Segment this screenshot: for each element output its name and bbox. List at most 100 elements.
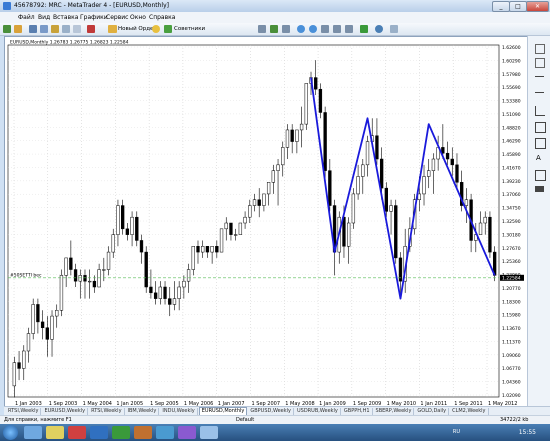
indicators-icon[interactable] <box>360 25 368 33</box>
y-tick-label: 1.60290 <box>502 58 521 64</box>
y-tick-label: 1.37060 <box>502 192 521 198</box>
auto-scroll-icon[interactable] <box>333 25 341 33</box>
y-tick-label: 1.55690 <box>502 85 521 91</box>
vertical-line-icon[interactable] <box>535 76 544 77</box>
chart-tab[interactable]: RTSI,Weekly <box>89 408 125 415</box>
chart-shift-icon[interactable] <box>345 25 353 33</box>
menu-file[interactable]: Файл <box>18 14 35 21</box>
bid-line-label: #50SETTI bec <box>10 272 42 278</box>
horizontal-line-icon[interactable] <box>535 92 544 93</box>
candle-body <box>238 222 243 235</box>
y-tick-label: 1.48820 <box>502 125 521 131</box>
chart-tab[interactable]: USDRUB,Weekly <box>295 408 341 415</box>
periods-icon[interactable] <box>375 25 383 33</box>
y-tick-label: 1.45890 <box>502 152 521 158</box>
language-indicator[interactable]: RU <box>453 429 460 435</box>
y-tick-label: 1.62600 <box>502 45 521 51</box>
taskbar-excel-icon[interactable] <box>112 426 130 439</box>
minimize-button[interactable]: _ <box>492 1 510 12</box>
menu-help[interactable]: Справка <box>149 14 175 21</box>
arrows-icon[interactable] <box>535 186 544 192</box>
taskbar-media-icon[interactable] <box>178 426 196 439</box>
y-tick-label: 1.04360 <box>502 380 521 386</box>
candle-body <box>271 170 275 183</box>
advisors-button[interactable]: Советники <box>174 26 205 32</box>
candle-body <box>45 327 49 340</box>
candle-body <box>177 286 181 299</box>
data-window-icon[interactable] <box>40 25 48 33</box>
taskbar-metatrader-icon[interactable] <box>200 426 218 439</box>
menu-tools[interactable]: Сервис <box>106 14 128 21</box>
candle-body <box>219 228 224 253</box>
expert-icon[interactable] <box>152 25 160 33</box>
advisors-icon[interactable] <box>164 25 172 33</box>
y-tick-label: 1.15980 <box>502 313 521 319</box>
tile-windows-icon[interactable] <box>321 25 329 33</box>
candle-body <box>478 222 483 235</box>
y-tick-label: 1.41670 <box>502 165 521 171</box>
candle-body <box>224 222 228 230</box>
zoom-in-icon[interactable] <box>297 25 305 33</box>
taskbar-explorer-icon[interactable] <box>24 426 42 439</box>
new-chart-icon[interactable] <box>3 25 11 33</box>
chart-tab[interactable]: GOLD,Daily <box>415 408 450 415</box>
bar-chart-icon[interactable] <box>258 25 266 33</box>
chart-tab[interactable]: CLM2,Weekly <box>450 408 489 415</box>
crosshair-icon[interactable] <box>535 58 545 68</box>
candle-body <box>172 298 177 305</box>
taskbar-folder-icon[interactable] <box>46 426 64 439</box>
fibonacci-icon[interactable] <box>535 138 546 149</box>
candle-body <box>488 216 492 253</box>
taskbar-word-icon[interactable] <box>90 426 108 439</box>
line-chart-icon[interactable] <box>282 25 290 33</box>
chart-window[interactable]: 1 Jan 2003 1 Sep 2003 1 May 2004 1 Jan 2005… <box>4 36 528 408</box>
chart-tab[interactable]: IBM,Weekly <box>126 408 160 415</box>
channel-icon[interactable] <box>535 122 546 133</box>
candle-body <box>318 88 323 113</box>
menu-insert[interactable]: Вставка <box>53 14 78 21</box>
candle-body <box>182 280 186 288</box>
candle-body <box>50 315 54 340</box>
candle-body <box>314 77 318 90</box>
chart-tab[interactable]: RTSI,Weekly <box>6 408 42 415</box>
candlestick-icon[interactable] <box>270 25 278 33</box>
menu-view[interactable]: Вид <box>38 14 50 21</box>
cursor-icon[interactable] <box>535 44 545 54</box>
candle-body <box>12 362 17 387</box>
candle-body <box>464 199 469 206</box>
taskbar-mail-icon[interactable] <box>134 426 152 439</box>
price-chart[interactable]: 1 Jan 2003 1 Sep 2003 1 May 2004 1 Jan 2005… <box>5 37 527 407</box>
terminal-icon[interactable] <box>62 25 70 33</box>
metaeditor-icon[interactable] <box>87 25 95 33</box>
menu-window[interactable]: Окно <box>130 14 146 21</box>
y-tick-label: 1.25360 <box>502 259 521 265</box>
text-tool-icon[interactable]: A <box>536 154 541 162</box>
candle-body <box>83 275 87 282</box>
profiles-icon[interactable] <box>14 25 22 33</box>
market-watch-icon[interactable] <box>29 25 37 33</box>
start-button-icon[interactable] <box>3 425 18 440</box>
chart-tab[interactable]: EURUSD,Weekly <box>42 408 89 415</box>
menu-charts[interactable]: Графики <box>80 14 108 21</box>
y-tick-label: 1.20770 <box>502 286 521 292</box>
navigator-icon[interactable] <box>51 25 59 33</box>
chart-tab[interactable]: GBPUSD,Weekly <box>248 408 294 415</box>
tester-icon[interactable] <box>73 25 81 33</box>
zoom-out-icon[interactable] <box>309 25 317 33</box>
close-button[interactable]: ✕ <box>526 1 549 12</box>
y-tick-label: 1.32590 <box>502 219 521 225</box>
candle-body <box>290 129 294 142</box>
chart-tab[interactable]: INDU,Weekly <box>160 408 198 415</box>
chart-tab[interactable]: SBERP,Weekly <box>374 408 415 415</box>
candle-body <box>323 112 327 171</box>
maximize-button[interactable]: □ <box>509 1 527 12</box>
candle-body <box>281 147 285 166</box>
taskbar-ie-icon[interactable] <box>156 426 174 439</box>
label-tool-icon[interactable] <box>535 170 546 181</box>
chart-tab[interactable]: GBPPH,H1 <box>342 408 373 415</box>
new-order-icon[interactable] <box>108 25 117 33</box>
taskbar-app-icon[interactable] <box>68 426 86 439</box>
trendline-icon[interactable] <box>535 106 545 116</box>
templates-icon[interactable] <box>390 25 398 33</box>
candle-body <box>186 269 191 282</box>
